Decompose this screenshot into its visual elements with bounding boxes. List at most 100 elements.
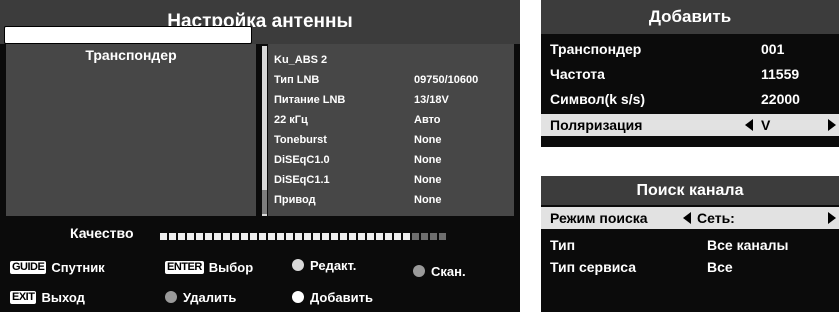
add-row-label: Поляризация xyxy=(550,117,643,133)
quality-segment xyxy=(403,233,410,240)
enter-key-hint[interactable]: ENTER Выбор xyxy=(165,258,253,276)
quality-segment xyxy=(205,233,212,240)
scan-key-hint[interactable]: Скан. xyxy=(413,262,466,280)
info-value: Авто xyxy=(414,114,441,126)
info-value: 09750/10600 xyxy=(414,74,479,86)
add-row-value: 11559 xyxy=(761,66,800,82)
quality-segment xyxy=(331,233,338,240)
quality-segment xyxy=(169,233,176,240)
guide-key-hint[interactable]: GUIDE Спутник xyxy=(10,258,105,276)
enter-key-label: Выбор xyxy=(208,259,254,275)
search-row-label: Режим поиска xyxy=(550,210,648,226)
edit-key-hint[interactable]: Редакт. xyxy=(292,256,356,274)
add-key-hint[interactable]: Добавить xyxy=(292,288,373,306)
info-value: None xyxy=(414,194,442,206)
quality-segment xyxy=(223,233,230,240)
exit-key-hint[interactable]: EXIT Выход xyxy=(10,288,85,306)
info-row: Привод None xyxy=(274,190,442,210)
arrow-right-icon[interactable] xyxy=(828,119,836,131)
quality-segment xyxy=(394,233,401,240)
delete-key-hint[interactable]: Удалить xyxy=(165,288,236,306)
info-label: Тип LNB xyxy=(274,74,320,86)
add-row-frequency[interactable]: Частота 11559 xyxy=(541,63,839,85)
add-row-label: Частота xyxy=(550,66,605,82)
info-label: 22 кГц xyxy=(274,114,308,126)
add-row-label: Символ(k s/s) xyxy=(550,91,646,107)
add-row-transponder[interactable]: Транспондер 001 xyxy=(541,38,839,60)
quality-bar xyxy=(160,233,446,240)
search-row-mode[interactable]: Режим поиска Сеть: xyxy=(541,207,839,229)
add-row-polarization[interactable]: Поляризация V xyxy=(541,114,839,136)
quality-segment xyxy=(304,233,311,240)
quality-segment xyxy=(295,233,302,240)
quality-segment xyxy=(268,233,275,240)
add-key-label: Добавить xyxy=(310,289,373,305)
add-panel-title: Добавить xyxy=(541,0,839,34)
search-row-label: Тип сервиса xyxy=(550,259,637,275)
search-row-value: Все каналы xyxy=(707,237,789,253)
quality-segment xyxy=(385,233,392,240)
quality-segment xyxy=(214,233,221,240)
search-row-service[interactable]: Тип сервиса Все xyxy=(541,256,839,278)
quality-segment xyxy=(259,233,266,240)
quality-segment xyxy=(313,233,320,240)
arrow-right-icon[interactable] xyxy=(828,212,836,224)
quality-segment xyxy=(439,233,446,240)
quality-segment xyxy=(358,233,365,240)
exit-keycap: EXIT xyxy=(10,290,37,304)
transponder-header: Транспондер xyxy=(85,47,177,63)
scan-dot-icon xyxy=(413,265,425,277)
add-row-value: V xyxy=(761,117,771,133)
quality-segment xyxy=(340,233,347,240)
scrollbar-thumb[interactable] xyxy=(262,190,267,214)
add-dot-icon xyxy=(292,291,304,303)
transponder-list[interactable]: Транспондер xyxy=(6,44,256,216)
quality-segment xyxy=(349,233,356,240)
scan-key-label: Скан. xyxy=(431,263,466,279)
quality-segment xyxy=(196,233,203,240)
arrow-left-icon[interactable] xyxy=(683,212,691,224)
info-value: None xyxy=(414,134,442,146)
info-label: DiSEqC1.0 xyxy=(274,154,330,166)
info-row: Питание LNB 13/18V xyxy=(274,90,449,110)
quality-segment xyxy=(286,233,293,240)
enter-keycap: ENTER xyxy=(165,260,204,274)
quality-segment xyxy=(430,233,437,240)
quality-segment xyxy=(241,233,248,240)
search-row-value: Сеть: xyxy=(697,210,735,226)
guide-keycap: GUIDE xyxy=(10,260,47,274)
quality-segment xyxy=(277,233,284,240)
quality-segment xyxy=(322,233,329,240)
quality-segment xyxy=(421,233,428,240)
add-row-value: 22000 xyxy=(761,91,800,107)
quality-label: Качество xyxy=(70,225,134,241)
guide-key-label: Спутник xyxy=(51,259,105,275)
exit-key-label: Выход xyxy=(41,289,85,305)
add-transponder-panel: Добавить Транспондер 001 Частота 11559 С… xyxy=(541,0,839,147)
info-label: Toneburst xyxy=(274,134,327,146)
add-row-label: Транспондер xyxy=(550,41,642,57)
search-row-value: Все xyxy=(707,259,733,275)
quality-segment xyxy=(178,233,185,240)
info-label: DiSEqC1.1 xyxy=(274,174,330,186)
search-row-type[interactable]: Тип Все каналы xyxy=(541,234,839,256)
info-row: 22 кГц Авто xyxy=(274,110,441,130)
quality-segment xyxy=(187,233,194,240)
info-label: Ku_ABS 2 xyxy=(274,54,328,66)
edit-key-label: Редакт. xyxy=(310,257,357,273)
info-label: Привод xyxy=(274,194,316,206)
info-value: None xyxy=(414,154,442,166)
quality-segment xyxy=(250,233,257,240)
info-label: Питание LNB xyxy=(274,94,346,106)
search-panel-title: Поиск канала xyxy=(541,176,839,205)
delete-key-label: Удалить xyxy=(183,289,237,305)
arrow-left-icon[interactable] xyxy=(745,119,753,131)
quality-segment xyxy=(367,233,374,240)
antenna-setup-panel: Настройка антенны Транспондер Ku_ABS 2 Т… xyxy=(0,0,520,312)
info-row: DiSEqC1.0 None xyxy=(274,150,442,170)
quality-segment xyxy=(376,233,383,240)
search-row-label: Тип xyxy=(550,237,576,253)
transponder-selected-row[interactable] xyxy=(4,26,252,44)
add-row-symbol-rate[interactable]: Символ(k s/s) 22000 xyxy=(541,88,839,110)
quality-segment xyxy=(412,233,419,240)
